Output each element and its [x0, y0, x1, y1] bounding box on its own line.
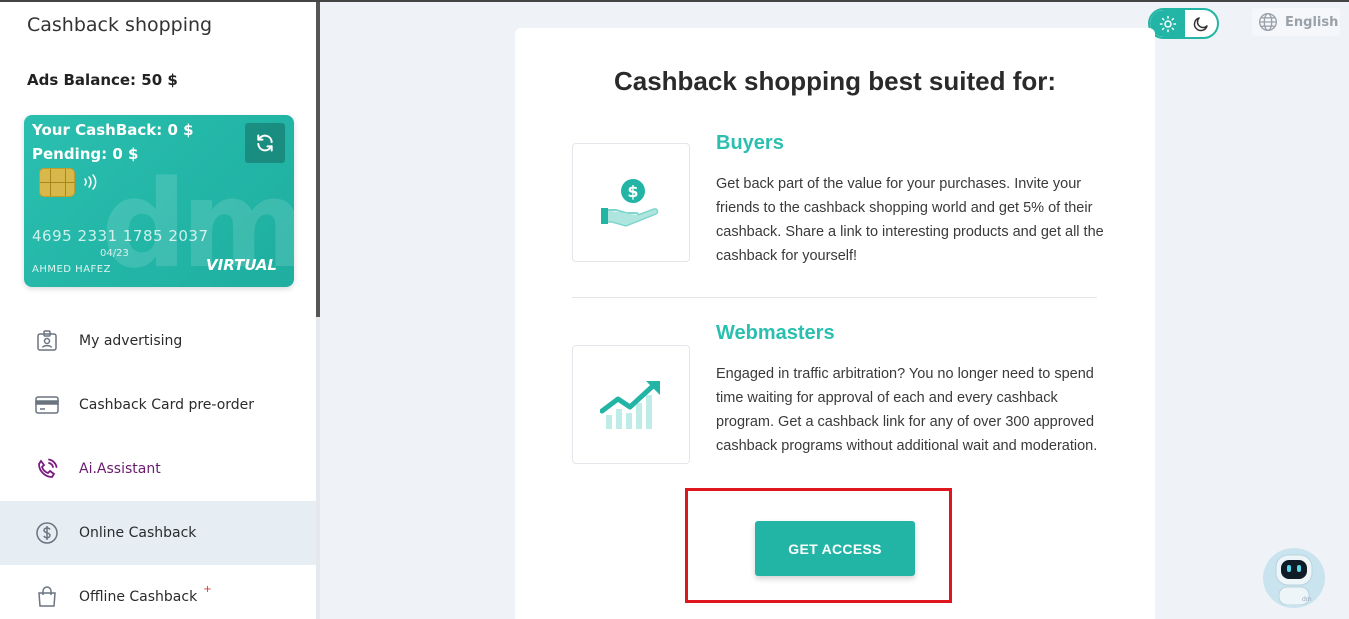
- webmasters-icon-box: [572, 345, 690, 464]
- badge-icon: [34, 328, 60, 354]
- credit-card-icon: [34, 392, 60, 418]
- buyers-icon-box: $: [572, 143, 690, 262]
- sidebar-item-ai-assistant[interactable]: Ai.Assistant: [0, 437, 316, 501]
- dollar-circle-icon: [34, 520, 60, 546]
- new-badge: +: [203, 583, 212, 595]
- card-number: 4695 2331 1785 2037: [32, 227, 209, 245]
- sidebar-scrollbar-track[interactable]: [316, 317, 320, 619]
- sidebar-item-label: Online Cashback: [79, 525, 197, 541]
- sidebar-item-cashback-card-preorder[interactable]: Cashback Card pre-order: [0, 373, 316, 437]
- shopping-bag-icon: [34, 584, 60, 610]
- card-expiry: 04/23: [100, 248, 129, 259]
- sidebar-item-label: Offline Cashback: [79, 589, 198, 605]
- sun-icon: [1159, 15, 1176, 32]
- sidebar-item-my-advertising[interactable]: My advertising: [0, 309, 316, 373]
- hand-dollar-icon: $: [601, 178, 659, 227]
- sidebar-item-label: Ai.Assistant: [79, 461, 161, 477]
- assistant-robot-button[interactable]: dm: [1263, 548, 1325, 608]
- card-chip-icon: [39, 168, 75, 197]
- highlight-box: [685, 488, 952, 603]
- card-pending-amount: Pending: 0 $: [32, 145, 139, 163]
- phone-call-icon: [34, 456, 60, 482]
- app-title: Cashback shopping: [27, 14, 213, 36]
- theme-toggle[interactable]: [1148, 8, 1219, 39]
- buyers-title: Buyers: [716, 132, 784, 154]
- globe-icon: [1259, 13, 1277, 31]
- ads-balance: Ads Balance: 50 $: [27, 71, 178, 89]
- refresh-icon: [257, 134, 273, 152]
- feature-divider: [572, 297, 1097, 298]
- webmasters-description: Engaged in traffic arbitration? You no l…: [716, 366, 1098, 454]
- cashback-card: dm Your CashBack: 0 $ Pending: 0 $ 4695 …: [24, 115, 294, 287]
- refresh-button[interactable]: [245, 123, 285, 163]
- light-mode-button[interactable]: [1150, 10, 1185, 37]
- page-title: Cashback shopping best suited for:: [613, 66, 1057, 96]
- growth-chart-icon: [600, 380, 660, 429]
- sidebar-item-offline-cashback[interactable]: Offline Cashback +: [0, 565, 316, 619]
- dark-mode-button[interactable]: [1185, 10, 1217, 37]
- sidebar-item-online-cashback[interactable]: Online Cashback: [0, 501, 316, 565]
- svg-text:$: $: [627, 182, 638, 201]
- card-holder-name: AHMED HAFEZ: [32, 264, 111, 275]
- robot-icon: dm: [1275, 554, 1313, 605]
- card-cashback-amount: Your CashBack: 0 $: [32, 121, 194, 139]
- buyers-description: Get back part of the value for your purc…: [716, 176, 1104, 264]
- moon-icon: [1193, 16, 1208, 31]
- language-label: English: [1285, 14, 1339, 30]
- sidebar-scrollbar-thumb[interactable]: [316, 2, 320, 317]
- sidebar-item-label: My advertising: [79, 333, 183, 349]
- sidebar-menu: My advertising Cashback Card pre-order A…: [0, 309, 316, 619]
- language-selector[interactable]: English: [1252, 8, 1340, 36]
- contactless-icon: [82, 173, 98, 195]
- card-brand: VIRTUAL: [206, 256, 277, 274]
- webmasters-title: Webmasters: [716, 322, 835, 344]
- sidebar-item-label: Cashback Card pre-order: [79, 397, 255, 413]
- robot-badge-text: dm: [1302, 596, 1312, 603]
- sidebar: Cashback shopping Ads Balance: 50 $ dm Y…: [0, 2, 316, 619]
